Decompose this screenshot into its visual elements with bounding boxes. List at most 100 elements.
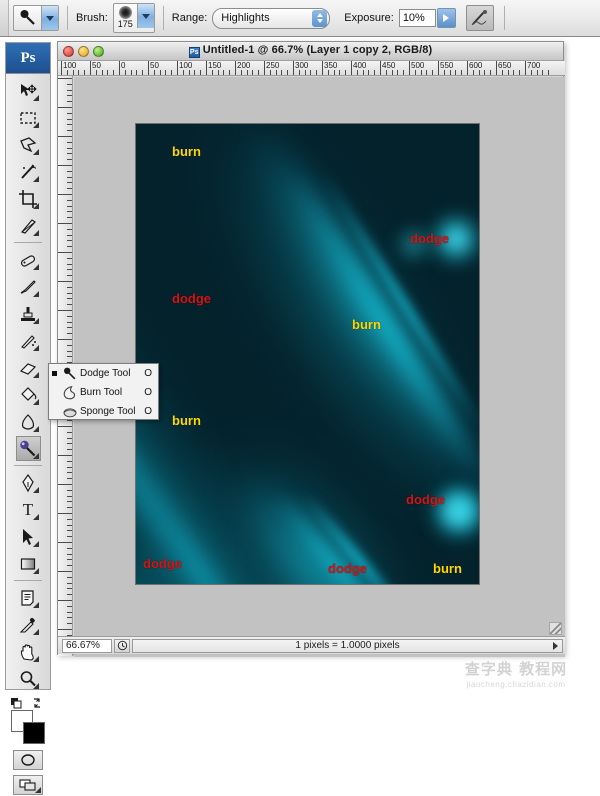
sidebar-item-healing-brush-tool[interactable] xyxy=(16,247,41,272)
ruler-minor-tick xyxy=(479,70,480,75)
quick-mask-button[interactable] xyxy=(13,750,43,770)
ruler-minor-tick xyxy=(125,70,126,75)
ruler-major-tick xyxy=(58,455,72,456)
flyout-item-burn-tool[interactable]: Burn ToolO xyxy=(49,383,158,402)
sidebar-item-paint-bucket-tool[interactable] xyxy=(16,382,41,407)
exposure-input[interactable]: 10% xyxy=(399,9,436,27)
ruler-minor-tick xyxy=(310,70,311,75)
sidebar-item-pen-tool[interactable] xyxy=(16,470,41,495)
sidebar-item-move-tool[interactable] xyxy=(16,78,41,103)
ruler-minor-tick xyxy=(473,70,474,75)
ruler-minor-tick xyxy=(67,119,72,120)
ruler-minor-tick xyxy=(548,70,549,75)
sidebar-item-brush-tool[interactable] xyxy=(16,274,41,299)
document-title: PsUntitled-1 @ 66.7% (Layer 1 copy 2, RG… xyxy=(58,44,563,58)
ruler-minor-tick xyxy=(513,70,514,75)
sidebar-item-marquee-tool[interactable] xyxy=(16,105,41,130)
dodge-tool-flyout-menu[interactable]: Dodge ToolOBurn ToolOSponge ToolO xyxy=(48,363,159,420)
ruler-minor-tick xyxy=(67,90,72,91)
exposure-option-group: Exposure: 10% xyxy=(344,0,456,36)
airbrush-toggle-button[interactable] xyxy=(466,5,494,31)
ruler-minor-tick xyxy=(328,70,329,75)
sidebar-item-dodge-tool[interactable] xyxy=(16,436,41,461)
ruler-minor-tick xyxy=(374,70,375,75)
sidebar-item-notes-tool[interactable] xyxy=(16,585,41,610)
airbrush-icon xyxy=(470,9,490,27)
ruler-minor-tick xyxy=(67,345,72,346)
horizontal-ruler[interactable]: 1005005010015020025030035040045050055060… xyxy=(58,61,565,76)
ruler-minor-tick xyxy=(461,70,462,75)
sidebar-item-clone-stamp-tool[interactable] xyxy=(16,301,41,326)
sidebar-item-lasso-tool[interactable] xyxy=(16,132,41,157)
range-select[interactable]: Highlights xyxy=(212,8,330,29)
flyout-item-dodge-tool[interactable]: Dodge ToolO xyxy=(49,364,158,383)
ruler-minor-tick xyxy=(67,588,72,589)
window-resize-grip[interactable] xyxy=(549,622,562,635)
ruler-minor-tick xyxy=(107,70,108,75)
ruler-minor-tick xyxy=(189,70,190,75)
flyout-item-shortcut: O xyxy=(144,368,158,379)
ruler-minor-tick xyxy=(67,304,72,305)
ruler-minor-tick xyxy=(67,130,72,131)
image-canvas[interactable]: burndodgedodgeburnburndodgedodgedodgebur… xyxy=(135,123,480,585)
clock-icon xyxy=(117,640,128,651)
status-info-field[interactable]: 1 pixels = 1.0000 pixels xyxy=(132,639,563,653)
zoom-level-input[interactable]: 66.67% xyxy=(62,639,112,653)
ruler-minor-tick xyxy=(183,70,184,75)
ruler-minor-tick xyxy=(281,70,282,75)
sidebar-item-eraser-tool[interactable] xyxy=(16,355,41,380)
ruler-minor-tick xyxy=(363,70,364,75)
ruler-minor-tick xyxy=(67,287,72,288)
ruler-minor-tick xyxy=(67,554,72,555)
brush-tip-icon xyxy=(119,6,132,19)
document-title-bar[interactable]: PsUntitled-1 @ 66.7% (Layer 1 copy 2, RG… xyxy=(58,42,563,61)
ruler-minor-tick xyxy=(67,246,72,247)
sidebar-item-slice-tool[interactable] xyxy=(16,213,41,238)
ruler-minor-tick xyxy=(67,501,72,502)
ruler-minor-tick xyxy=(426,70,427,75)
ruler-minor-tick xyxy=(67,449,72,450)
ruler-minor-tick xyxy=(67,188,72,189)
brush-picker[interactable]: 175 xyxy=(113,3,155,33)
ruler-minor-tick xyxy=(67,182,72,183)
ruler-major-tick xyxy=(58,136,72,137)
sidebar-item-blur-tool[interactable] xyxy=(16,409,41,434)
sidebar-item-zoom-tool[interactable] xyxy=(16,666,41,691)
ruler-minor-tick xyxy=(403,70,404,75)
ruler-minor-tick xyxy=(67,443,72,444)
screen-mode-button[interactable] xyxy=(13,775,43,795)
ruler-minor-tick xyxy=(67,153,72,154)
quick-mask-icon xyxy=(17,753,39,767)
status-menu-button[interactable] xyxy=(114,639,130,653)
color-swatches[interactable] xyxy=(11,710,45,744)
tool-preset-picker[interactable] xyxy=(13,5,59,31)
exposure-slider-arrow-icon[interactable] xyxy=(437,8,456,28)
ruler-minor-tick xyxy=(334,70,335,75)
brush-chevron-down-icon[interactable] xyxy=(137,4,154,28)
flyout-item-sponge-tool[interactable]: Sponge ToolO xyxy=(49,402,158,421)
sidebar-item-type-tool[interactable]: T xyxy=(16,497,41,522)
ruler-minor-tick xyxy=(154,70,155,75)
ruler-minor-tick xyxy=(67,177,72,178)
range-label: Range: xyxy=(172,12,207,24)
status-chevron-right-icon[interactable] xyxy=(553,642,558,650)
range-stepper-icon[interactable] xyxy=(312,10,327,27)
ruler-label: 450 xyxy=(380,61,395,71)
sidebar-item-shape-tool[interactable] xyxy=(16,551,41,576)
ruler-minor-tick xyxy=(67,269,72,270)
sidebar-item-eyedropper-tool[interactable] xyxy=(16,612,41,637)
chevron-down-icon[interactable] xyxy=(41,6,58,30)
ruler-label: 550 xyxy=(438,61,453,71)
ruler-major-tick xyxy=(58,513,72,514)
sidebar-item-hand-tool[interactable] xyxy=(16,639,41,664)
sidebar-item-path-selection-tool[interactable] xyxy=(16,524,41,549)
canvas-annotation-dodge: dodge xyxy=(143,556,182,571)
ruler-minor-tick xyxy=(502,70,503,75)
selected-indicator-icon xyxy=(49,371,60,376)
background-color-swatch[interactable] xyxy=(23,722,45,744)
ruler-minor-tick xyxy=(165,70,166,75)
ruler-minor-tick xyxy=(305,70,306,75)
sidebar-item-crop-tool[interactable] xyxy=(16,186,41,211)
sidebar-item-history-brush-tool[interactable] xyxy=(16,328,41,353)
sidebar-item-magic-wand-tool[interactable] xyxy=(16,159,41,184)
